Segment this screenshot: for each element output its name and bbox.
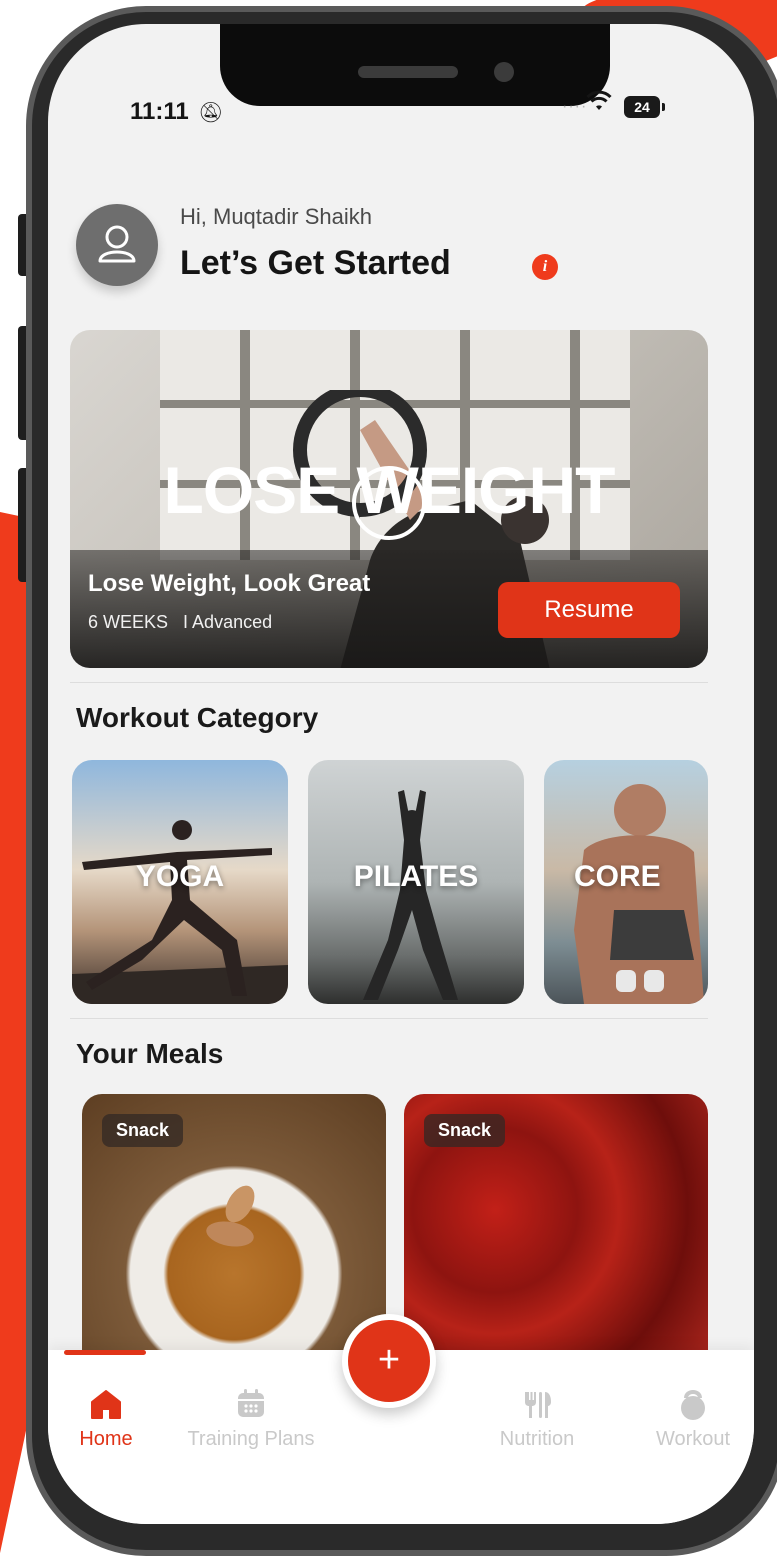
page-title: Let’s Get Started xyxy=(180,244,451,282)
workout-category-title: Workout Category xyxy=(76,702,319,733)
category-card-yoga[interactable]: YOGA xyxy=(72,760,288,1004)
signal-icon: ···· xyxy=(562,98,588,115)
speaker xyxy=(358,66,458,78)
add-button[interactable]: + xyxy=(342,1314,436,1408)
greeting: Hi, Muqtadir Shaikh xyxy=(180,204,372,229)
category-label: CORE xyxy=(574,860,661,893)
battery-icon: 24 xyxy=(624,96,665,118)
category-card-pilates[interactable]: PILATES xyxy=(308,760,524,1004)
brand-logo-icon xyxy=(352,466,426,540)
category-label: PILATES xyxy=(353,860,479,893)
divider xyxy=(70,682,708,683)
calendar-icon xyxy=(238,1389,264,1417)
nav-item-training-plans[interactable]: Training Plans xyxy=(176,1384,326,1451)
plan-name: Lose Weight, Look Great xyxy=(88,570,371,597)
nav-label: Home xyxy=(79,1428,133,1450)
plan-duration: 6 WEEKS xyxy=(88,612,169,632)
nav-label: Nutrition xyxy=(499,1428,575,1450)
notch xyxy=(220,24,610,106)
divider xyxy=(70,1018,708,1019)
bell-off-icon: 🔕︎ xyxy=(198,102,224,124)
meal-badge: Snack xyxy=(102,1114,184,1147)
nav-label: Workout xyxy=(655,1428,731,1450)
info-icon[interactable]: i xyxy=(532,254,558,280)
your-meals-title: Your Meals xyxy=(76,1038,224,1069)
plan-meta: 6 WEEKS I Advanced xyxy=(88,612,272,633)
home-icon xyxy=(91,1390,121,1419)
nav-item-workout[interactable]: Workout xyxy=(618,1384,754,1451)
resume-button[interactable]: Resume xyxy=(498,582,680,638)
kettlebell-icon xyxy=(681,1390,705,1420)
avatar[interactable] xyxy=(76,204,158,286)
category-label: YOGA xyxy=(135,860,225,893)
plan-hero-card[interactable]: LOSE WEIGHT Lose Weight, Look Great 6 WE… xyxy=(70,330,708,668)
nav-label: Training Plans xyxy=(187,1428,315,1450)
utensils-icon xyxy=(525,1392,551,1418)
front-camera xyxy=(494,62,514,82)
status-time: 11:11 xyxy=(130,98,189,125)
nav-item-home[interactable]: Home xyxy=(48,1384,181,1451)
phone-screen: 11:11 🔕︎ ···· 24 Hi, Muqtadir Shaikh Let… xyxy=(48,24,754,1524)
plan-level: I Advanced xyxy=(183,612,273,632)
meal-badge: Snack xyxy=(424,1114,506,1147)
active-tab-indicator xyxy=(64,1350,146,1355)
user-icon xyxy=(98,225,136,263)
nav-item-nutrition[interactable]: Nutrition xyxy=(462,1384,612,1451)
meal-card-almond-butter[interactable]: Snack xyxy=(82,1094,386,1384)
category-card-core[interactable]: CORE xyxy=(544,760,708,1004)
meal-card-apples[interactable]: Snack xyxy=(404,1094,708,1384)
wifi-icon xyxy=(586,90,612,119)
